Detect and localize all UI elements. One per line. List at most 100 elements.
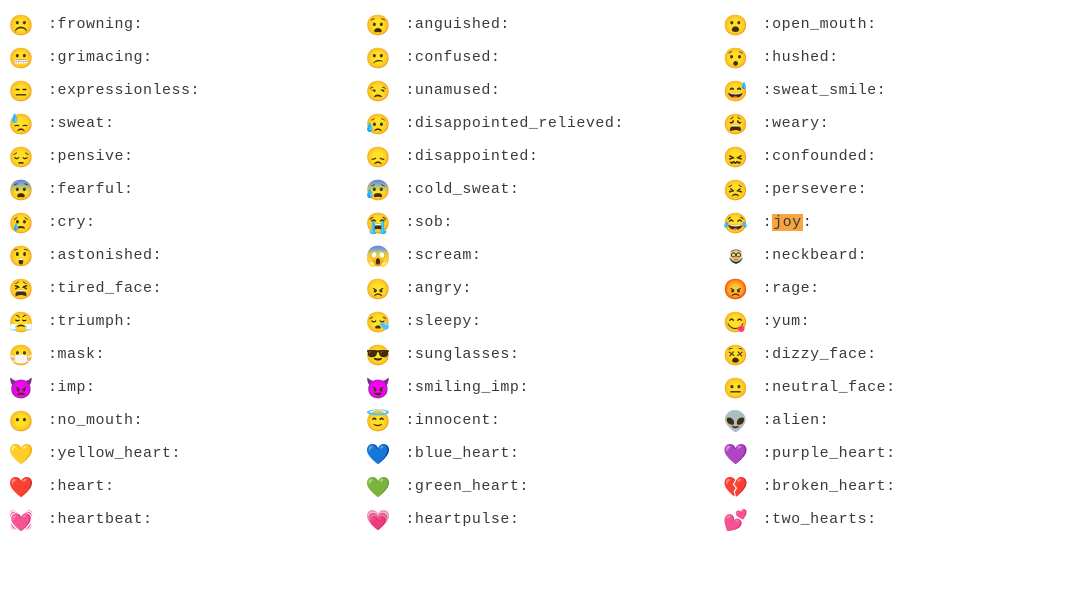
emoji-entry[interactable]: ❤️:heart: — [4, 470, 361, 503]
emoji-entry[interactable]: 😶:no_mouth: — [4, 404, 361, 437]
emoji-entry[interactable]: 💙:blue_heart: — [361, 437, 718, 470]
emoji-entry[interactable]: 😰:cold_sweat: — [361, 173, 718, 206]
emoji-shortcode: :weary: — [749, 115, 830, 132]
emoji-entry[interactable]: 😎:sunglasses: — [361, 338, 718, 371]
scream-icon: 😱 — [365, 244, 391, 268]
emoji-entry[interactable]: 😩:weary: — [719, 107, 1076, 140]
emoji-shortcode: :confounded: — [749, 148, 877, 165]
emoji-entry[interactable]: 😋:yum: — [719, 305, 1076, 338]
emoji-entry[interactable]: 😞:disappointed: — [361, 140, 718, 173]
emoji-entry[interactable]: 👽:alien: — [719, 404, 1076, 437]
disappointed_relieved-icon: 😥 — [365, 112, 391, 136]
emoji-entry[interactable]: 💛:yellow_heart: — [4, 437, 361, 470]
emoji-shortcode: :triumph: — [34, 313, 134, 330]
emoji-entry[interactable]: 😧:anguished: — [361, 8, 718, 41]
emoji-shortcode: :disappointed_relieved: — [391, 115, 624, 132]
yellow_heart-icon: 💛 — [8, 442, 34, 466]
emoji-entry[interactable]: 😒:unamused: — [361, 74, 718, 107]
emoji-entry[interactable]: 😨:fearful: — [4, 173, 361, 206]
emoji-shortcode: :anguished: — [391, 16, 510, 33]
emoji-entry[interactable]: 😂:joy: — [719, 206, 1076, 239]
emoji-entry[interactable]: 😱:scream: — [361, 239, 718, 272]
emoji-shortcode: :smiling_imp: — [391, 379, 529, 396]
emoji-shortcode: :unamused: — [391, 82, 500, 99]
emoji-entry[interactable]: 💓:heartbeat: — [4, 503, 361, 536]
emoji-shortcode: :rage: — [749, 280, 820, 297]
emoji-shortcode: :sweat: — [34, 115, 115, 132]
sweat-icon: 😓 — [8, 112, 34, 136]
rage-icon: 😡 — [723, 277, 749, 301]
emoji-entry[interactable]: 😈:smiling_imp: — [361, 371, 718, 404]
emoji-shortcode: :sleepy: — [391, 313, 481, 330]
emoji-shortcode: :yellow_heart: — [34, 445, 181, 462]
emoji-entry[interactable]: 😭:sob: — [361, 206, 718, 239]
emoji-shortcode: :heart: — [34, 478, 115, 495]
confounded-icon: 😖 — [723, 145, 749, 169]
blue_heart-icon: 💙 — [365, 442, 391, 466]
emoji-shortcode: :confused: — [391, 49, 500, 66]
alien-icon: 👽 — [723, 409, 749, 433]
triumph-icon: 😤 — [8, 310, 34, 334]
emoji-entry[interactable]: 😖:confounded: — [719, 140, 1076, 173]
green_heart-icon: 💚 — [365, 475, 391, 499]
emoji-shortcode: :frowning: — [34, 16, 143, 33]
emoji-entry[interactable]: 😡:rage: — [719, 272, 1076, 305]
emoji-entry[interactable]: 💗:heartpulse: — [361, 503, 718, 536]
emoji-entry[interactable]: 😅:sweat_smile: — [719, 74, 1076, 107]
emoji-shortcode: :scream: — [391, 247, 481, 264]
emoji-entry[interactable]: 😬:grimacing: — [4, 41, 361, 74]
emoji-entry[interactable]: 💔:broken_heart: — [719, 470, 1076, 503]
emoji-entry[interactable]: 😫:tired_face: — [4, 272, 361, 305]
emoji-shortcode: :grimacing: — [34, 49, 153, 66]
emoji-entry[interactable]: 😵:dizzy_face: — [719, 338, 1076, 371]
emoji-entry[interactable]: 😷:mask: — [4, 338, 361, 371]
angry-icon: 😠 — [365, 277, 391, 301]
emoji-entry[interactable]: 😇:innocent: — [361, 404, 718, 437]
emoji-entry[interactable]: 💕:two_hearts: — [719, 503, 1076, 536]
neutral_face-icon: 😐 — [723, 376, 749, 400]
emoji-shortcode: :purple_heart: — [749, 445, 896, 462]
emoji-shortcode: :sunglasses: — [391, 346, 519, 363]
search-highlight: joy — [772, 214, 803, 231]
emoji-shortcode: :mask: — [34, 346, 105, 363]
emoji-shortcode: :hushed: — [749, 49, 839, 66]
heart-icon: ❤️ — [8, 475, 34, 499]
emoji-shortcode: :dizzy_face: — [749, 346, 877, 363]
cold_sweat-icon: 😰 — [365, 178, 391, 202]
emoji-entry[interactable]: 😕:confused: — [361, 41, 718, 74]
emoji-entry[interactable]: 😯:hushed: — [719, 41, 1076, 74]
confused-icon: 😕 — [365, 46, 391, 70]
emoji-shortcode: :cry: — [34, 214, 96, 231]
emoji-entry[interactable]: 😓:sweat: — [4, 107, 361, 140]
emoji-entry[interactable]: 😲:astonished: — [4, 239, 361, 272]
emoji-entry[interactable]: 💜:purple_heart: — [719, 437, 1076, 470]
emoji-shortcode: :tired_face: — [34, 280, 162, 297]
emoji-entry[interactable]: 😥:disappointed_relieved: — [361, 107, 718, 140]
neckbeard-icon — [723, 243, 749, 268]
emoji-entry[interactable]: 👿:imp: — [4, 371, 361, 404]
emoji-entry[interactable]: 💚:green_heart: — [361, 470, 718, 503]
emoji-entry[interactable]: 😑:expressionless: — [4, 74, 361, 107]
dizzy_face-icon: 😵 — [723, 343, 749, 367]
emoji-entry[interactable]: 😠:angry: — [361, 272, 718, 305]
emoji-entry[interactable]: 😐:neutral_face: — [719, 371, 1076, 404]
emoji-entry[interactable]: 😔:pensive: — [4, 140, 361, 173]
emoji-entry[interactable]: 😣:persevere: — [719, 173, 1076, 206]
weary-icon: 😩 — [723, 112, 749, 136]
emoji-shortcode: :astonished: — [34, 247, 162, 264]
fearful-icon: 😨 — [8, 178, 34, 202]
emoji-entry[interactable]: 😪:sleepy: — [361, 305, 718, 338]
emoji-shortcode: :yum: — [749, 313, 811, 330]
emoji-entry[interactable]: 😢:cry: — [4, 206, 361, 239]
purple_heart-icon: 💜 — [723, 442, 749, 466]
expressionless-icon: 😑 — [8, 79, 34, 103]
innocent-icon: 😇 — [365, 409, 391, 433]
emoji-shortcode: :fearful: — [34, 181, 134, 198]
hushed-icon: 😯 — [723, 46, 749, 70]
emoji-entry[interactable]: 😮:open_mouth: — [719, 8, 1076, 41]
emoji-entry[interactable]: :neckbeard: — [719, 239, 1076, 272]
emoji-entry[interactable]: 😤:triumph: — [4, 305, 361, 338]
emoji-entry[interactable]: ☹️:frowning: — [4, 8, 361, 41]
emoji-shortcode: :sweat_smile: — [749, 82, 887, 99]
emoji-shortcode: :no_mouth: — [34, 412, 143, 429]
